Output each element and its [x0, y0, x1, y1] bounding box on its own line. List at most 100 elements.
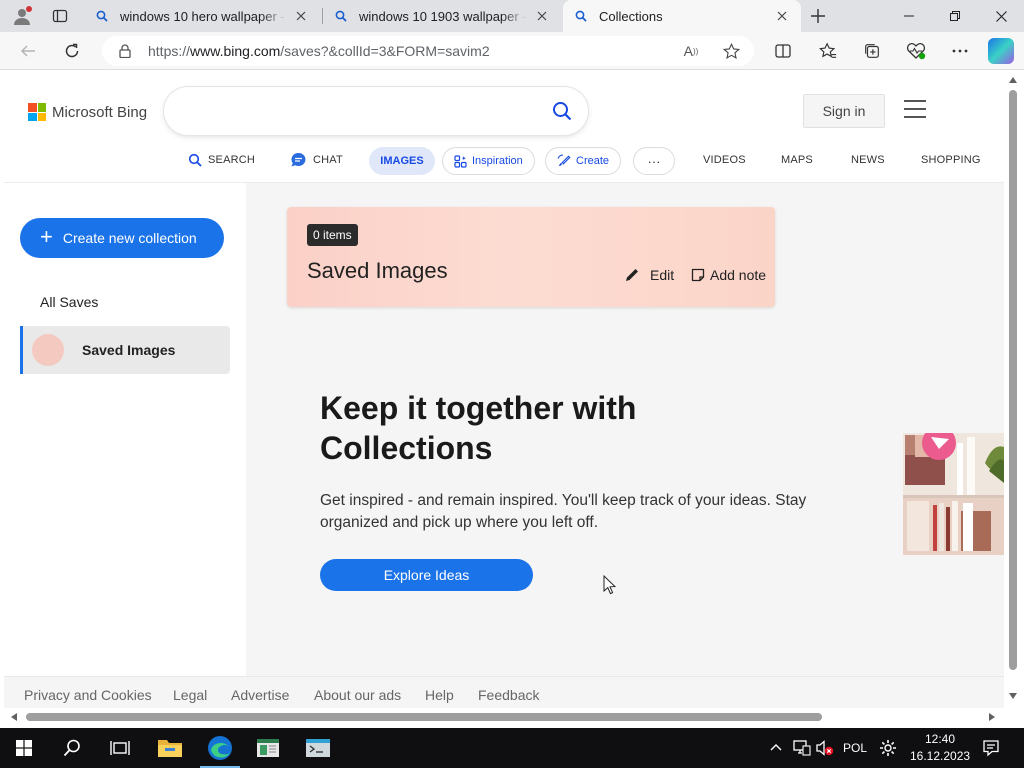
- nav-chat[interactable]: CHAT: [290, 145, 343, 175]
- close-tab-icon[interactable]: [533, 7, 551, 25]
- bing-search-icon: [94, 8, 110, 24]
- lock-icon: [116, 42, 134, 60]
- taskbar-file-explorer[interactable]: [146, 728, 194, 768]
- footer-link-feedback[interactable]: Feedback: [478, 687, 539, 703]
- minimize-button[interactable]: [886, 0, 932, 32]
- footer-link-advertise[interactable]: Advertise: [231, 687, 289, 703]
- brand-name: Microsoft Bing: [52, 103, 148, 121]
- scroll-right-arrow-icon[interactable]: [988, 712, 996, 722]
- note-icon: [690, 267, 706, 283]
- favorite-star-icon[interactable]: [720, 41, 742, 61]
- bing-logo[interactable]: Microsoft Bing: [28, 103, 147, 121]
- page-header: Microsoft Bing Sign in SEARCH CHAT IMAGE…: [4, 70, 1004, 183]
- tab-title: Collections: [599, 8, 663, 24]
- bing-collections-page: Microsoft Bing Sign in SEARCH CHAT IMAGE…: [4, 70, 1004, 710]
- footer-link-privacy[interactable]: Privacy and Cookies: [24, 687, 152, 703]
- refresh-button[interactable]: [58, 37, 86, 65]
- read-aloud-icon[interactable]: A)): [680, 41, 702, 61]
- nav-more-button[interactable]: ···: [633, 147, 675, 175]
- back-button[interactable]: [14, 37, 42, 65]
- promo-heading: Keep it together with Collections: [320, 390, 637, 466]
- vertical-scrollbar[interactable]: [1004, 70, 1024, 710]
- notifications-icon[interactable]: [982, 739, 1000, 757]
- taskbar-app-terminal[interactable]: [294, 728, 342, 768]
- footer-link-about-ads[interactable]: About our ads: [314, 687, 401, 703]
- menu-hamburger-icon[interactable]: [904, 100, 926, 118]
- bing-search-icon: [333, 8, 349, 24]
- add-note-button[interactable]: Add note: [690, 267, 766, 283]
- new-tab-button[interactable]: [806, 4, 830, 28]
- search-icon: [63, 739, 80, 757]
- close-tab-icon[interactable]: [773, 7, 791, 25]
- collections-button[interactable]: [858, 37, 886, 65]
- more-dots-icon: [952, 49, 968, 53]
- clock[interactable]: 12:40 16.12.2023: [905, 731, 971, 765]
- start-button[interactable]: [0, 728, 48, 768]
- nav-images[interactable]: IMAGES: [369, 147, 435, 175]
- explore-ideas-button[interactable]: Explore Ideas: [320, 559, 533, 591]
- split-screen-button[interactable]: [769, 37, 797, 65]
- nav-create[interactable]: Create: [545, 147, 622, 175]
- split-screen-icon: [775, 44, 791, 58]
- taskbar-search-button[interactable]: [48, 728, 96, 768]
- edit-button[interactable]: Edit: [624, 267, 674, 283]
- all-saves-link[interactable]: All Saves: [40, 294, 98, 310]
- nav-inspiration[interactable]: Inspiration: [442, 147, 535, 175]
- search-input[interactable]: [164, 87, 588, 135]
- footer-link-legal[interactable]: Legal: [173, 687, 207, 703]
- tab-actions-button[interactable]: [46, 4, 74, 28]
- close-window-button[interactable]: [978, 0, 1024, 32]
- tab-collections[interactable]: Collections: [563, 0, 801, 32]
- search-icon[interactable]: [550, 99, 574, 123]
- nav-label: Inspiration: [472, 155, 523, 167]
- horizontal-scroll-thumb[interactable]: [26, 713, 822, 721]
- collection-main: 0 items Saved Images Edit Add note Keep …: [246, 183, 1004, 676]
- scroll-left-arrow-icon[interactable]: [10, 712, 18, 722]
- scroll-up-arrow-icon[interactable]: [1008, 76, 1018, 84]
- collections-sidebar: + Create new collection All Saves Saved …: [4, 183, 246, 676]
- vertical-scroll-thumb[interactable]: [1009, 90, 1017, 670]
- task-view-button[interactable]: [96, 728, 144, 768]
- terminal-app-icon: [306, 739, 330, 757]
- tab-actions-icon: [52, 9, 68, 23]
- pencil-icon: [624, 267, 640, 283]
- button-label: Create new collection: [62, 230, 197, 246]
- tab-hero-wallpaper[interactable]: windows 10 hero wallpaper - Search: [84, 0, 320, 32]
- back-arrow-icon: [20, 45, 35, 57]
- nav-label: CHAT: [313, 154, 343, 166]
- address-bar[interactable]: https://www.bing.com/saves?&collId=3&FOR…: [102, 36, 754, 66]
- network-icon[interactable]: [793, 740, 811, 756]
- nav-shopping[interactable]: SHOPPING: [921, 145, 981, 175]
- taskbar-app-green[interactable]: [244, 728, 292, 768]
- nav-videos[interactable]: VIDEOS: [703, 145, 746, 175]
- browser-essentials-button[interactable]: [902, 37, 930, 65]
- create-new-collection-button[interactable]: + Create new collection: [20, 218, 224, 258]
- tab-1903-wallpaper[interactable]: windows 10 1903 wallpaper - Search: [323, 0, 561, 32]
- settings-more-button[interactable]: [946, 37, 974, 65]
- horizontal-scrollbar[interactable]: [4, 708, 1004, 726]
- footer-link-help[interactable]: Help: [425, 687, 454, 703]
- tray-chevron-up-icon[interactable]: [770, 742, 782, 752]
- copilot-icon[interactable]: [988, 38, 1014, 64]
- input-language-indicator[interactable]: POL: [843, 741, 867, 755]
- favorites-button[interactable]: [814, 37, 842, 65]
- volume-muted-icon[interactable]: [816, 740, 834, 756]
- folder-icon: [158, 740, 182, 757]
- collections-illustration: [903, 433, 1004, 555]
- restore-button[interactable]: [932, 0, 978, 32]
- bing-search-icon: [573, 8, 589, 24]
- collection-thumbnail: [32, 334, 64, 366]
- profile-button[interactable]: [8, 4, 36, 28]
- restore-icon: [950, 11, 960, 21]
- close-tab-icon[interactable]: [292, 7, 310, 25]
- nav-search[interactable]: SEARCH: [188, 145, 255, 175]
- taskbar-edge[interactable]: [196, 728, 244, 768]
- collection-item-saved-images[interactable]: Saved Images: [20, 326, 230, 374]
- nav-maps[interactable]: MAPS: [781, 145, 813, 175]
- scroll-down-arrow-icon[interactable]: [1008, 692, 1018, 700]
- edge-icon: [208, 736, 232, 760]
- plus-icon: [811, 9, 825, 23]
- gear-icon[interactable]: [879, 739, 897, 757]
- nav-news[interactable]: NEWS: [851, 145, 885, 175]
- sign-in-button[interactable]: Sign in: [803, 94, 885, 128]
